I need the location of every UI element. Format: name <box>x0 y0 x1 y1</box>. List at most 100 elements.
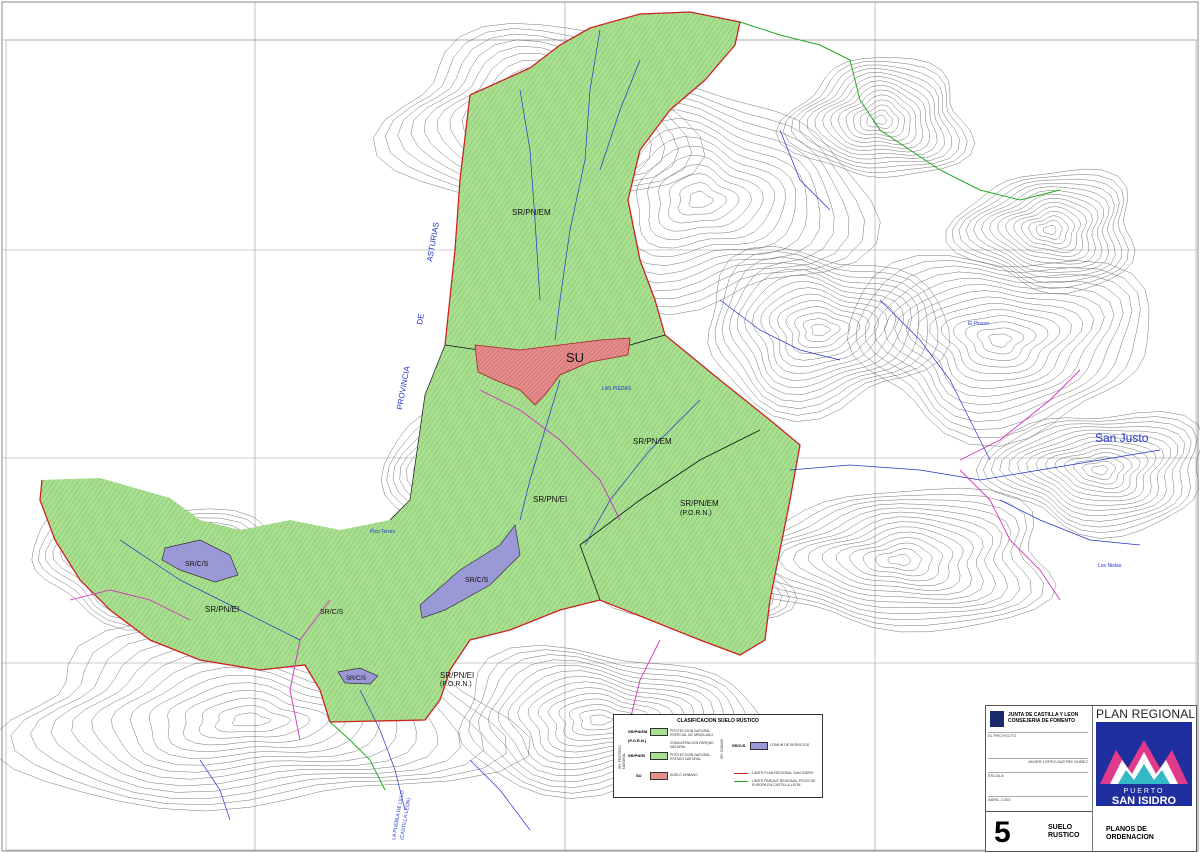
tb-proyecto: EL PROYECTO <box>988 732 1088 743</box>
legend-line2-swatch <box>734 781 748 782</box>
contour-line <box>887 554 912 566</box>
contour-line <box>232 712 271 727</box>
planos-line-1: PLANOS DE <box>1106 826 1147 833</box>
sheet-title-2: RUSTICO <box>1048 832 1080 839</box>
contour-line <box>778 511 996 604</box>
legend-row1-swatch <box>650 728 668 736</box>
zone-label-sr-pn-em-center: SR/PN/EM <box>633 437 672 446</box>
contour-line <box>721 256 928 409</box>
contour-line <box>988 333 1013 348</box>
contour-line <box>1091 465 1109 476</box>
contour-line <box>678 182 727 216</box>
legend-row3-code: SR/C/S <box>732 743 746 748</box>
zone-label-sr-c-s-south: SR/C/S <box>346 676 366 682</box>
junta-header: JUNTA DE CASTILLA Y LEON CONSEJERIA DE F… <box>990 710 1090 730</box>
junta-crest-icon <box>990 711 1004 727</box>
contour-line <box>997 197 1093 261</box>
contour-line <box>806 72 945 160</box>
contour-line <box>744 275 904 388</box>
contour-line <box>905 290 1095 398</box>
contour-line <box>803 318 841 342</box>
contour-line <box>729 262 920 402</box>
contour-line <box>589 714 613 726</box>
zone-label-sr-c-s-west: SR/C/S <box>185 561 209 568</box>
zone-label-sr-pn-ei-west: SR/PN/EI <box>205 605 239 614</box>
plan-regional-heading: PLAN REGIONAL <box>1096 707 1196 721</box>
contour-line <box>793 516 984 600</box>
green-zone-north-hatch <box>445 12 740 356</box>
legend-row1-sub: (P.O.R.N.) <box>628 738 647 743</box>
contour-line <box>835 531 954 587</box>
contour-line <box>981 190 1104 269</box>
contour-line <box>1035 440 1157 502</box>
contour-line <box>862 542 933 577</box>
logo-puerto: PUERTO <box>1124 788 1165 795</box>
legend-row4-swatch <box>650 772 668 780</box>
legend-row1-text2: ZONA ATENCION PARQUE NATURAL <box>670 741 714 749</box>
contour-line <box>1008 429 1179 517</box>
contour-line <box>777 300 870 361</box>
contour-line <box>1042 225 1057 235</box>
contour-line <box>1082 460 1117 480</box>
legend-row2-code: SR/PN/EI <box>628 753 646 758</box>
legend-row4-code: SU <box>636 773 642 778</box>
place-los-nistas: Los Nistas <box>1098 563 1122 569</box>
contour-line <box>636 145 775 249</box>
sheet-number-box: 5 SUELO RUSTICO <box>986 811 1092 852</box>
contour-line <box>688 191 714 208</box>
green-zone-center-hatch <box>40 335 800 722</box>
contour-line <box>866 109 894 129</box>
logo-san-isidro: SAN ISIDRO <box>1112 795 1177 806</box>
zone-label-sr-pn-em-porn-2: (P.O.R.N.) <box>680 510 712 517</box>
place-san-justo: San Justo <box>1095 431 1149 445</box>
contour-line <box>847 255 1150 447</box>
contour-line <box>849 537 944 582</box>
zone-label-sr-c-s-mid: SR/C/S <box>320 609 344 616</box>
legend-row4-text: SUELO URBANO <box>670 773 698 777</box>
legend-row3-text: COMUN DE SERVICIOS <box>770 743 810 747</box>
contour-line <box>1013 206 1081 253</box>
place-las-piedas: LAS PIEDAS <box>602 386 632 392</box>
contour-line <box>1054 448 1141 494</box>
parque-regional-limit <box>739 21 1061 201</box>
contour-line <box>1044 444 1149 498</box>
legend-side-proteccion: SR: PROTECC. NATURAL <box>618 744 626 769</box>
contour-line <box>1073 456 1125 485</box>
contour-line <box>929 303 1072 382</box>
contour-line <box>1035 220 1063 240</box>
planos-ordenacion: PLANOS DE ORDENACION <box>1106 826 1154 842</box>
place-pico-torres: Pico Torres <box>370 529 395 535</box>
tb-autor: JAVIER LOPEZ-SASTRE NUÑEZ <box>988 758 1088 769</box>
legend-row1-text1: PROTECCION NATURAL ESPECIAL DE ARBOLADO <box>670 729 714 737</box>
contour-line <box>865 265 1133 430</box>
legend-row2-text: PROTECCION NATURAL ESTADO NATURAL <box>670 753 711 761</box>
legend-line1-text: LIMITE PLAN REGIONAL SAN ISIDRO <box>752 771 814 775</box>
legend-row1-code: SR/PN/EM <box>628 729 648 734</box>
title-block-info: JUNTA DE CASTILLA Y LEON CONSEJERIA DE F… <box>986 706 1093 851</box>
tb-fecha: ABRIL 2.003 <box>988 796 1088 807</box>
legend-title: CLASIFICACION SUELO RUSTICO <box>677 718 759 724</box>
contour-line <box>976 327 1025 355</box>
zone-label-sr-pn-ei-center: SR/PN/EI <box>533 495 567 504</box>
legend: CLASIFICACION SUELO RUSTICO SR: PROTECC.… <box>613 714 823 798</box>
zone-label-sr-pn-em-porn-1: SR/PN/EM <box>680 499 719 508</box>
place-provincia: PROVINCIA <box>395 365 412 411</box>
sheet-title-1: SUELO <box>1048 824 1073 831</box>
title-block: JUNTA DE CASTILLA Y LEON CONSEJERIA DE F… <box>985 705 1197 852</box>
zone-label-sr-pn-ei-porn-1: SR/PN/EI <box>440 671 474 680</box>
zone-label-sr-pn-em-north: SR/PN/EM <box>512 208 551 217</box>
contour-line <box>198 697 311 739</box>
contour-line <box>964 321 1037 361</box>
place-de: DE <box>415 313 426 326</box>
contour-line <box>707 246 950 422</box>
puerto-san-isidro-logo-icon: PUERTO SAN ISIDRO <box>1096 722 1192 806</box>
planos-line-2: ORDENACION <box>1106 834 1154 841</box>
tb-escala: ESCALA <box>988 772 1088 783</box>
contour-line <box>750 503 1020 614</box>
zone-label-sr-pn-ei-porn-2: (P.O.R.N.) <box>440 681 472 688</box>
legend-side-comun: SR: COMUN <box>720 738 724 759</box>
contour-line <box>215 705 291 733</box>
contour-line <box>167 682 348 752</box>
contour-line <box>1028 215 1069 245</box>
place-asturias: ASTURIAS <box>425 221 441 262</box>
